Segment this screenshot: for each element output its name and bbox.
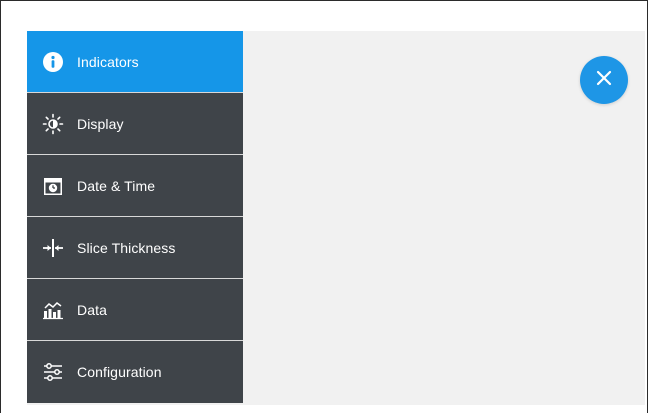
close-icon: [594, 68, 614, 93]
calendar-clock-icon: [41, 174, 65, 198]
data-chart-icon: [41, 298, 65, 322]
menu-item-data[interactable]: Data: [27, 279, 243, 341]
menu-label-indicators: Indicators: [77, 53, 139, 70]
menu-item-configuration[interactable]: Configuration: [27, 341, 243, 403]
settings-screen: Indicators Display Date & Time Slice Thi…: [27, 31, 645, 405]
menu-item-slice-thickness[interactable]: Slice Thickness: [27, 217, 243, 279]
settings-sidebar: Indicators Display Date & Time Slice Thi…: [27, 31, 243, 405]
menu-label-configuration: Configuration: [77, 364, 162, 380]
menu-item-display[interactable]: Display: [27, 93, 243, 155]
brightness-icon: [41, 112, 65, 136]
close-button[interactable]: [580, 56, 628, 104]
menu-label-display: Display: [77, 115, 124, 132]
menu-label-slice-thickness: Slice Thickness: [77, 239, 176, 256]
menu-label-date-time: Date & Time: [77, 177, 156, 194]
info-icon: [41, 50, 65, 74]
menu-item-indicators[interactable]: Indicators: [27, 31, 243, 93]
menu-item-date-time[interactable]: Date & Time: [27, 155, 243, 217]
slice-thickness-icon: [41, 236, 65, 260]
device-frame: Indicators Display Date & Time Slice Thi…: [0, 0, 648, 413]
menu-label-data: Data: [77, 301, 107, 318]
sliders-icon: [41, 360, 65, 384]
